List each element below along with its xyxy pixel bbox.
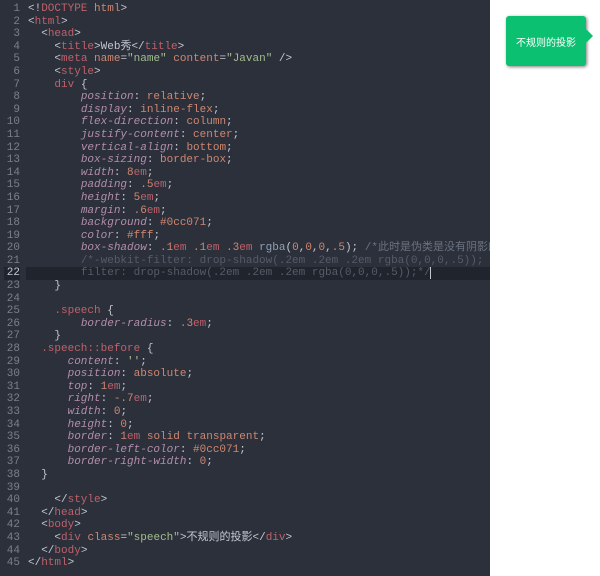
line-number: 34 (4, 419, 20, 432)
speech-bubble: 不规则的投影 (506, 16, 586, 66)
code-line[interactable]: box-sizing: border-box; (26, 154, 490, 167)
line-number: 39 (4, 482, 20, 495)
code-line[interactable]: } (26, 330, 490, 343)
code-line[interactable]: width: 8em; (26, 167, 490, 180)
code-line[interactable]: <body> (26, 519, 490, 532)
line-number: 21 (4, 255, 20, 268)
text-cursor (430, 267, 431, 279)
code-line[interactable]: top: 1em; (26, 381, 490, 394)
line-number: 1 (4, 3, 20, 16)
code-line[interactable]: position: absolute; (26, 368, 490, 381)
code-line[interactable]: flex-direction: column; (26, 116, 490, 129)
line-number: 37 (4, 456, 20, 469)
line-number: 12 (4, 142, 20, 155)
line-number: 2 (4, 16, 20, 29)
code-line[interactable]: height: 5em; (26, 192, 490, 205)
line-number: 42 (4, 519, 20, 532)
code-line[interactable]: <title>Web秀</title> (26, 41, 490, 54)
line-number: 13 (4, 154, 20, 167)
code-line[interactable]: border-right-width: 0; (26, 456, 490, 469)
line-number: 28 (4, 343, 20, 356)
code-line[interactable]: </head> (26, 507, 490, 520)
line-number: 8 (4, 91, 20, 104)
code-line[interactable]: display: inline-flex; (26, 104, 490, 117)
code-line[interactable]: border-radius: .3em; (26, 318, 490, 331)
line-number: 23 (4, 280, 20, 293)
code-line[interactable]: right: -.7em; (26, 393, 490, 406)
preview-pane: 不规则的投影 (490, 0, 600, 573)
line-number: 3 (4, 28, 20, 41)
code-line[interactable]: margin: .6em; (26, 205, 490, 218)
code-line[interactable]: } (26, 280, 490, 293)
code-line[interactable]: </html> (26, 557, 490, 570)
line-number: 32 (4, 393, 20, 406)
line-number: 41 (4, 507, 20, 520)
line-number: 18 (4, 217, 20, 230)
line-number: 24 (4, 293, 20, 306)
line-number: 15 (4, 179, 20, 192)
code-line[interactable]: .speech::before { (26, 343, 490, 356)
line-number: 10 (4, 116, 20, 129)
code-line[interactable] (26, 482, 490, 495)
line-number: 26 (4, 318, 20, 331)
line-number: 30 (4, 368, 20, 381)
code-line[interactable]: background: #0cc071; (26, 217, 490, 230)
code-line[interactable]: filter: drop-shadow(.2em .2em .2em rgba(… (26, 267, 490, 280)
line-number: 17 (4, 205, 20, 218)
code-line[interactable]: <style> (26, 66, 490, 79)
line-number: 11 (4, 129, 20, 142)
code-line[interactable]: <div class="speech">不规则的投影</div> (26, 532, 490, 545)
code-line[interactable]: <html> (26, 16, 490, 29)
line-number: 4 (4, 41, 20, 54)
code-line[interactable]: </body> (26, 545, 490, 558)
line-number: 29 (4, 356, 20, 369)
code-line[interactable]: justify-content: center; (26, 129, 490, 142)
code-line[interactable]: </style> (26, 494, 490, 507)
line-number: 31 (4, 381, 20, 394)
line-number: 25 (4, 305, 20, 318)
code-area[interactable]: <!DOCTYPE html><html> <head> <title>Web秀… (26, 0, 490, 576)
line-number: 22 (4, 267, 20, 280)
line-number: 27 (4, 330, 20, 343)
code-line[interactable]: /*-webkit-filter: drop-shadow(.2em .2em … (26, 255, 490, 268)
line-number: 16 (4, 192, 20, 205)
code-line[interactable]: position: relative; (26, 91, 490, 104)
code-line[interactable] (26, 293, 490, 306)
code-line[interactable]: <!DOCTYPE html> (26, 3, 490, 16)
line-number: 5 (4, 53, 20, 66)
line-number: 7 (4, 79, 20, 92)
code-line[interactable]: div { (26, 79, 490, 92)
line-number: 36 (4, 444, 20, 457)
line-number: 20 (4, 242, 20, 255)
code-line[interactable]: width: 0; (26, 406, 490, 419)
code-line[interactable]: padding: .5em; (26, 179, 490, 192)
code-editor[interactable]: 1234567891011121314151617181920212223242… (0, 0, 490, 576)
code-line[interactable]: } (26, 469, 490, 482)
code-line[interactable]: <meta name="name" content="Javan" /> (26, 53, 490, 66)
code-line[interactable]: height: 0; (26, 419, 490, 432)
line-number: 9 (4, 104, 20, 117)
line-number: 33 (4, 406, 20, 419)
line-number: 43 (4, 532, 20, 545)
code-line[interactable]: border: 1em solid transparent; (26, 431, 490, 444)
line-number: 6 (4, 66, 20, 79)
code-line[interactable]: color: #fff; (26, 230, 490, 243)
line-number: 40 (4, 494, 20, 507)
code-line[interactable]: .speech { (26, 305, 490, 318)
line-number: 44 (4, 545, 20, 558)
code-line[interactable]: box-shadow: .1em .1em .3em rgba(0,0,0,.5… (26, 242, 490, 255)
code-line[interactable]: vertical-align: bottom; (26, 142, 490, 155)
line-number: 35 (4, 431, 20, 444)
line-number: 14 (4, 167, 20, 180)
speech-bubble-label: 不规则的投影 (511, 34, 581, 49)
code-line[interactable]: border-left-color: #0cc071; (26, 444, 490, 457)
line-number: 45 (4, 557, 20, 570)
line-number-gutter: 1234567891011121314151617181920212223242… (0, 0, 26, 576)
code-line[interactable]: content: ''; (26, 356, 490, 369)
line-number: 19 (4, 230, 20, 243)
code-line[interactable]: <head> (26, 28, 490, 41)
line-number: 38 (4, 469, 20, 482)
